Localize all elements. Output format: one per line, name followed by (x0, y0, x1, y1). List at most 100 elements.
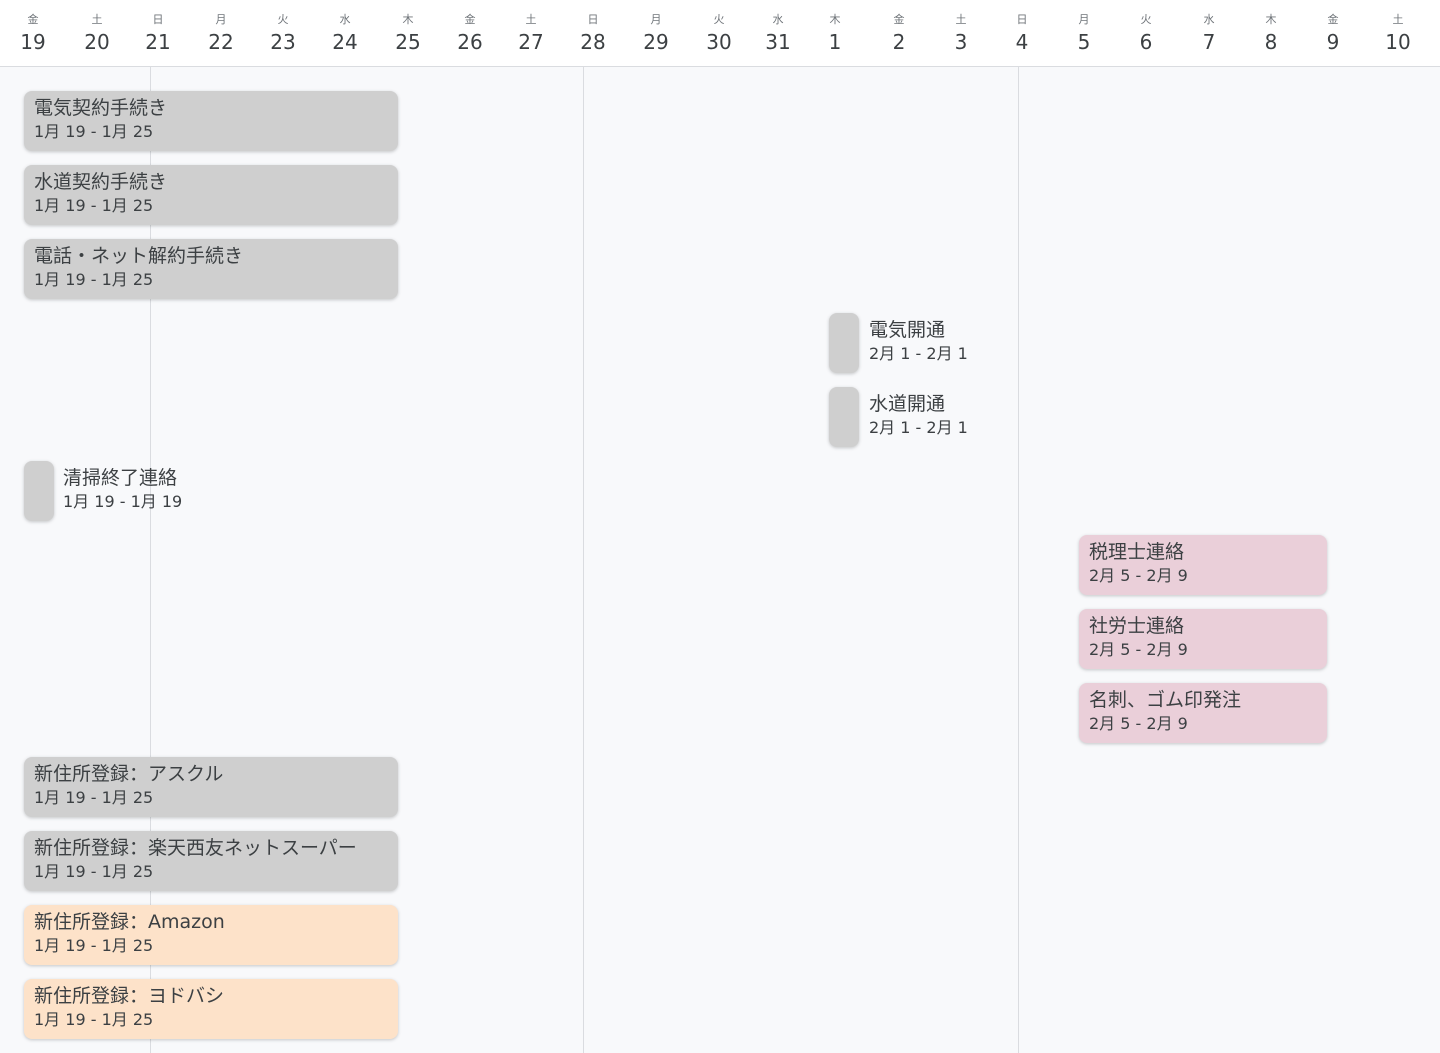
event-title: 名刺、ゴム印発注 (1089, 689, 1242, 711)
day-of-week: 金 (1327, 13, 1339, 26)
event-chip[interactable] (24, 461, 54, 521)
event-title: 水道開通 (869, 393, 946, 415)
day-number: 26 (457, 30, 483, 54)
day-number: 24 (332, 30, 358, 54)
day-number: 23 (270, 30, 296, 54)
event-label[interactable]: 清掃終了連絡 1月 19 - 1月 19 (63, 461, 182, 521)
day-of-week: 金 (464, 13, 476, 26)
day-column-header[interactable]: 日 21 (128, 0, 188, 55)
day-column-header[interactable]: 金 19 (3, 0, 63, 55)
day-column-header[interactable]: 金 26 (440, 0, 500, 55)
day-number: 1 (828, 30, 842, 54)
event-dates: 2月 1 - 2月 1 (869, 418, 968, 437)
event-title: 新住所登録：ヨドバシ (34, 985, 225, 1007)
event-label[interactable]: 電気開通 2月 1 - 2月 1 (869, 313, 968, 373)
day-number: 28 (580, 30, 606, 54)
event-label[interactable]: 水道開通 2月 1 - 2月 1 (869, 387, 968, 447)
day-column-header[interactable]: 月 29 (626, 0, 686, 55)
event-bar[interactable]: 新住所登録：ヨドバシ 1月 19 - 1月 25 (24, 979, 398, 1039)
day-number: 10 (1385, 30, 1411, 54)
event-chip[interactable] (829, 387, 859, 447)
event-dates: 2月 5 - 2月 9 (1089, 566, 1188, 585)
day-column-header[interactable]: 火6 (1116, 0, 1176, 55)
event-bar[interactable]: 税理士連絡 2月 5 - 2月 9 (1079, 535, 1327, 595)
day-of-week: 水 (772, 13, 784, 26)
day-column-header[interactable]: 日 28 (563, 0, 623, 55)
event-bar[interactable]: 名刺、ゴム印発注 2月 5 - 2月 9 (1079, 683, 1327, 743)
day-of-week: 土 (955, 13, 967, 26)
event-title: 電気契約手続き (34, 97, 168, 119)
event-bar[interactable]: 新住所登録：Amazon 1月 19 - 1月 25 (24, 905, 398, 965)
event-bar[interactable]: 電話・ネット解約手続き 1月 19 - 1月 25 (24, 239, 398, 299)
day-number: 21 (145, 30, 171, 54)
day-of-week: 金 (893, 13, 905, 26)
day-of-week: 木 (1265, 13, 1277, 26)
day-column-header[interactable]: 火 23 (253, 0, 313, 55)
event-title: 税理士連絡 (1089, 541, 1185, 563)
event-dates: 1月 19 - 1月 25 (34, 122, 154, 141)
event-dates: 1月 19 - 1月 25 (34, 1010, 154, 1029)
day-of-week: 月 (1078, 13, 1090, 26)
day-of-week: 木 (402, 13, 414, 26)
day-column-header[interactable]: 土 27 (501, 0, 561, 55)
day-column-header[interactable]: 水 31 (748, 0, 808, 55)
day-of-week: 日 (587, 13, 599, 26)
event-bar[interactable]: 新住所登録：楽天西友ネットスーパー 1月 19 - 1月 25 (24, 831, 398, 891)
day-number: 5 (1077, 30, 1091, 54)
event-dates: 1月 19 - 1月 19 (63, 492, 183, 511)
day-column-header[interactable]: 月 22 (191, 0, 251, 55)
day-number: 22 (208, 30, 234, 54)
event-dates: 1月 19 - 1月 25 (34, 196, 154, 215)
day-number: 30 (706, 30, 732, 54)
event-title: 社労士連絡 (1089, 615, 1185, 637)
day-number: 8 (1264, 30, 1278, 54)
event-bar[interactable]: 新住所登録：アスクル 1月 19 - 1月 25 (24, 757, 398, 817)
day-column-header[interactable]: 金9 (1303, 0, 1363, 55)
event-dates: 1月 19 - 1月 25 (34, 270, 154, 289)
event-title: 水道契約手続き (34, 171, 168, 193)
day-column-header[interactable]: 土 20 (67, 0, 127, 55)
event-bar[interactable]: 社労士連絡 2月 5 - 2月 9 (1079, 609, 1327, 669)
event-dates: 1月 19 - 1月 25 (34, 936, 154, 955)
day-column-header[interactable]: 火 30 (689, 0, 749, 55)
day-column-header[interactable]: 金2 (869, 0, 929, 55)
event-dates: 1月 19 - 1月 25 (34, 788, 154, 807)
day-number: 29 (643, 30, 669, 54)
day-of-week: 月 (650, 13, 662, 26)
day-of-week: 土 (91, 13, 103, 26)
day-column-header[interactable]: 木1 (805, 0, 865, 55)
day-number: 6 (1139, 30, 1153, 54)
timeline-header: 金 19 土 20 日 21 月 22 火 23 水 24 木 25 金 26 土 27 日 28 … (0, 0, 1440, 67)
event-bar[interactable]: 水道契約手続き 1月 19 - 1月 25 (24, 165, 398, 225)
day-number: 19 (20, 30, 46, 54)
day-column-header[interactable]: 木 25 (378, 0, 438, 55)
event-title: 新住所登録：楽天西友ネットスーパー (34, 837, 357, 859)
day-number: 9 (1326, 30, 1340, 54)
day-of-week: 火 (1140, 13, 1152, 26)
event-bar[interactable]: 電気契約手続き 1月 19 - 1月 25 (24, 91, 398, 151)
event-title: 電話・ネット解約手続き (34, 245, 244, 267)
day-column-header[interactable]: 土 10 (1368, 0, 1428, 55)
day-column-header[interactable]: 月5 (1054, 0, 1114, 55)
day-of-week: 水 (1203, 13, 1215, 26)
event-title: 新住所登録：アスクル (34, 763, 224, 785)
day-column-header[interactable]: 水7 (1179, 0, 1239, 55)
day-column-header[interactable]: 水 24 (315, 0, 375, 55)
day-number: 3 (954, 30, 968, 54)
day-of-week: 土 (525, 13, 537, 26)
event-title: 清掃終了連絡 (63, 467, 178, 489)
day-number: 25 (395, 30, 421, 54)
day-of-week: 木 (829, 13, 841, 26)
week-divider (1018, 67, 1019, 1053)
event-dates: 2月 1 - 2月 1 (869, 344, 968, 363)
day-of-week: 金 (27, 13, 39, 26)
day-column-header[interactable]: 日4 (992, 0, 1052, 55)
day-of-week: 土 (1392, 13, 1404, 26)
day-column-header[interactable]: 土3 (931, 0, 991, 55)
day-of-week: 火 (713, 13, 725, 26)
timeline-grid[interactable]: 電気契約手続き 1月 19 - 1月 25 水道契約手続き 1月 19 - 1月… (0, 67, 1440, 1053)
day-number: 4 (1015, 30, 1029, 54)
day-of-week: 日 (1016, 13, 1028, 26)
day-column-header[interactable]: 木8 (1241, 0, 1301, 55)
event-chip[interactable] (829, 313, 859, 373)
